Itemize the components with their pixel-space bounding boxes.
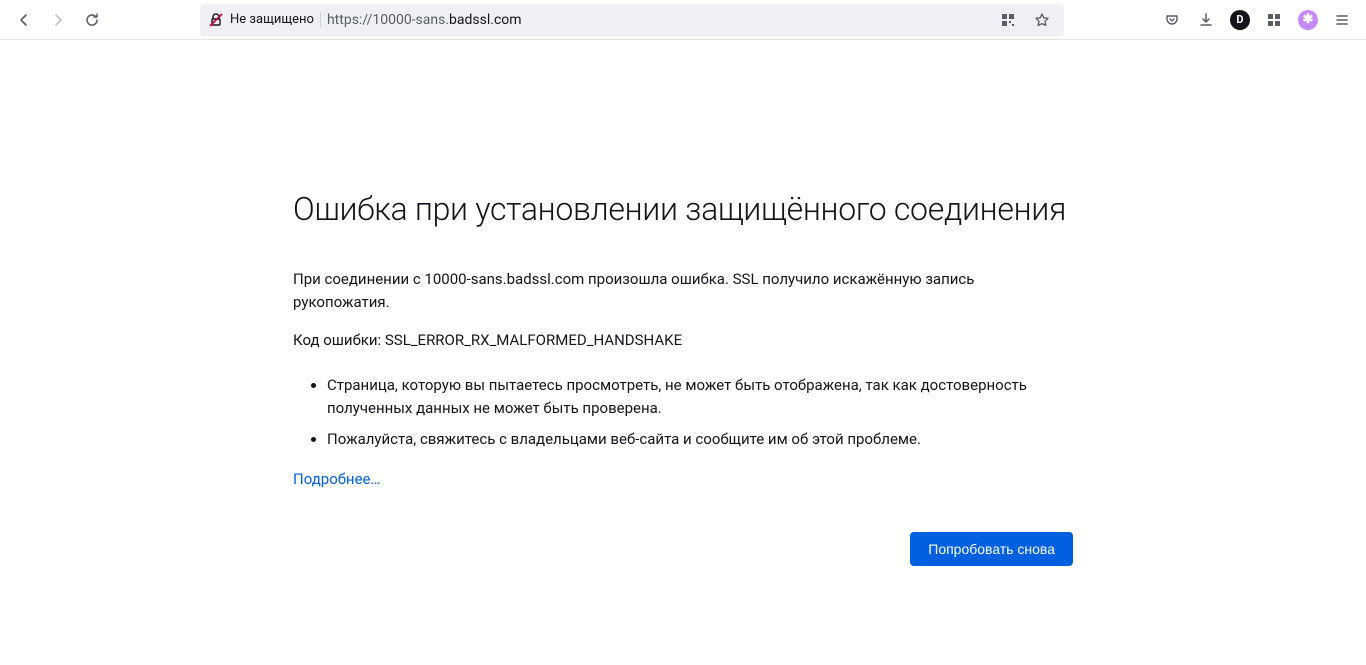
qr-icon[interactable] — [994, 6, 1022, 34]
downloads-icon[interactable] — [1190, 4, 1222, 36]
url-text: https://10000-sans.badssl.com — [327, 12, 988, 28]
error-page: Ошибка при установлении защищённого соед… — [293, 190, 1073, 566]
back-button[interactable] — [8, 4, 40, 36]
app-menu-icon[interactable] — [1326, 4, 1358, 36]
error-code: Код ошибки: SSL_ERROR_RX_MALFORMED_HANDS… — [293, 329, 1073, 352]
bookmark-star-icon[interactable] — [1028, 6, 1056, 34]
retry-button[interactable]: Попробовать снова — [910, 532, 1073, 566]
extension-d[interactable]: D — [1224, 4, 1256, 36]
list-item: Пожалуйста, свяжитесь с владельцами веб-… — [327, 428, 1073, 451]
url-bar[interactable]: Не защищено https://10000-sans.badssl.co… — [200, 4, 1064, 36]
security-label: Не защищено — [230, 12, 321, 27]
forward-button[interactable] — [42, 4, 74, 36]
pocket-icon[interactable] — [1156, 4, 1188, 36]
learn-more-link[interactable]: Подробнее… — [293, 470, 381, 488]
error-hints: Страница, которую вы пытаетесь просмотре… — [327, 374, 1073, 452]
page-title: Ошибка при установлении защищённого соед… — [293, 190, 1073, 228]
lock-warning-icon — [208, 12, 224, 28]
error-message-1: При соединении с 10000-sans.badssl.com п… — [293, 268, 1073, 313]
reload-button[interactable] — [76, 4, 108, 36]
extension-apps-icon[interactable] — [1258, 4, 1290, 36]
list-item: Страница, которую вы пытаетесь просмотре… — [327, 374, 1073, 421]
toolbar-right: D ✱ — [1156, 4, 1358, 36]
extension-snowflake[interactable]: ✱ — [1292, 4, 1324, 36]
browser-toolbar: Не защищено https://10000-sans.badssl.co… — [0, 0, 1366, 40]
